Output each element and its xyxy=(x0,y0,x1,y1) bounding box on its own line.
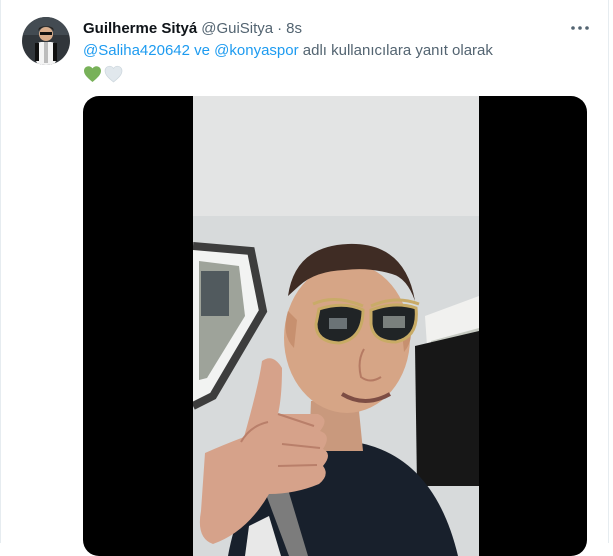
video-thumbnail xyxy=(193,96,479,556)
tweet-header: Guilherme Sityá @GuiSitya · 8s xyxy=(83,19,568,39)
reply-context-text: adlı kullanıcılara yanıt olarak xyxy=(298,42,493,59)
mention-saliha420642[interactable]: @Saliha420642 xyxy=(83,42,190,59)
avatar[interactable] xyxy=(22,17,70,65)
author-handle[interactable]: @GuiSitya xyxy=(201,19,273,39)
green-heart-icon xyxy=(84,66,101,82)
tweet-text xyxy=(83,64,123,84)
video-player[interactable] xyxy=(83,96,587,556)
more-icon xyxy=(571,26,589,30)
mention-konyaspor[interactable]: @konyaspor xyxy=(214,42,298,59)
tweet-timestamp[interactable]: 8s xyxy=(286,19,302,39)
more-options-button[interactable] xyxy=(566,16,594,40)
reply-context: @Saliha420642 ve @konyaspor adlı kullanı… xyxy=(83,41,584,61)
video-frame xyxy=(193,96,479,556)
header-separator: · xyxy=(277,20,283,37)
white-heart-icon xyxy=(104,65,123,83)
mention-connector: ve xyxy=(189,42,215,59)
avatar-image xyxy=(22,17,70,65)
author-display-name[interactable]: Guilherme Sityá xyxy=(83,19,197,39)
tweet-card[interactable]: Guilherme Sityá @GuiSitya · 8s @Saliha42… xyxy=(0,0,609,556)
